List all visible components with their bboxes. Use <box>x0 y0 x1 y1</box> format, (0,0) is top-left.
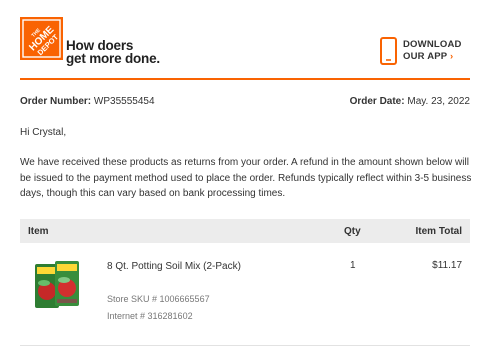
order-number: Order Number: WP35555454 <box>20 96 155 107</box>
home-depot-logo[interactable]: THE HOME DEPOT <box>20 17 63 60</box>
product-internet-number: Internet # 316281602 <box>107 311 193 321</box>
product-image[interactable] <box>33 260 81 310</box>
column-header-total: Item Total <box>415 226 462 237</box>
order-date-value: May. 23, 2022 <box>407 96 470 107</box>
order-number-label: Order Number: <box>20 96 92 107</box>
product-item-total: $11.17 <box>432 260 462 271</box>
product-name[interactable]: 8 Qt. Potting Soil Mix (2-Pack) <box>107 261 241 272</box>
table-bottom-divider <box>20 345 470 346</box>
app-promo-line-2: OUR APP › <box>403 51 462 63</box>
product-qty: 1 <box>350 260 356 271</box>
order-date-label: Order Date: <box>349 96 405 107</box>
chevron-right-icon: › <box>450 51 454 62</box>
phone-icon <box>380 37 397 65</box>
app-promo-text: DOWNLOAD OUR APP › <box>403 39 462 63</box>
greeting: Hi Crystal, <box>20 127 67 138</box>
return-message: We have received these products as retur… <box>20 157 472 199</box>
order-date: Order Date: May. 23, 2022 <box>350 96 470 107</box>
app-promo-line-2-text: OUR APP <box>403 51 448 62</box>
order-number-value: WP35555454 <box>93 96 155 107</box>
download-app-link[interactable]: DOWNLOAD OUR APP › <box>380 37 472 67</box>
tagline-line-2: get more done. <box>66 51 160 66</box>
email-header: THE HOME DEPOT How doers get more done. … <box>20 17 472 77</box>
items-table-header: Item Qty Item Total <box>20 219 470 243</box>
app-promo-line-1: DOWNLOAD <box>403 39 462 50</box>
product-store-sku: Store SKU # 1006665567 <box>107 294 210 304</box>
brand-tagline: How doers get more done. <box>66 39 160 66</box>
column-header-qty: Qty <box>344 226 361 237</box>
column-header-item: Item <box>28 226 49 237</box>
header-divider <box>20 78 470 80</box>
